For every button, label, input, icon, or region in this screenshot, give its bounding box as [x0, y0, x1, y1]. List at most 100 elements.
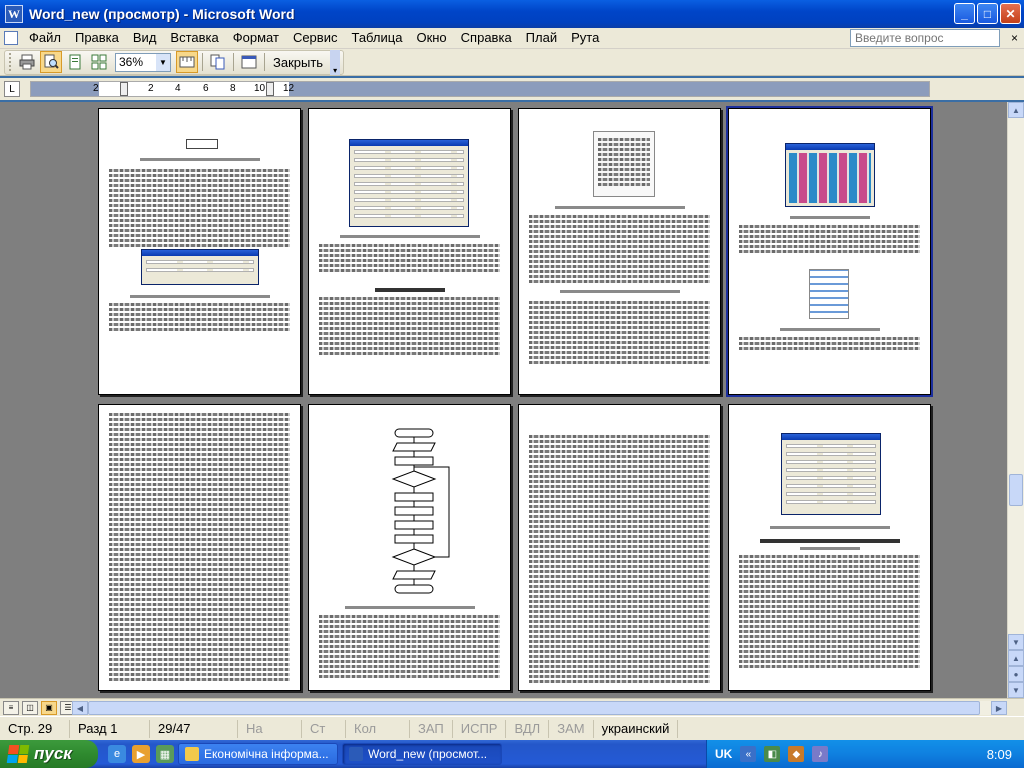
first-line-indent-marker[interactable]: [120, 82, 128, 96]
zoom-value: 36%: [119, 55, 144, 69]
menu-help[interactable]: Справка: [454, 28, 519, 48]
help-question-input[interactable]: [850, 29, 1000, 47]
page-thumbnail[interactable]: [98, 404, 301, 691]
figure-caption: [779, 328, 880, 331]
zoom-select[interactable]: 36% ▼: [115, 52, 171, 72]
shrink-to-fit-icon[interactable]: [207, 51, 229, 73]
multiple-pages-icon[interactable]: [88, 51, 110, 73]
media-player-icon[interactable]: ▶: [132, 745, 150, 763]
previous-page-icon[interactable]: ▲: [1008, 650, 1024, 666]
status-record-macro[interactable]: ЗАП: [410, 719, 453, 738]
figure-caption: [139, 158, 260, 161]
taskbar-item-word[interactable]: Word_new (просмот...: [342, 743, 502, 765]
horizontal-ruler[interactable]: 2 2 4 6 8 10 12: [30, 81, 930, 97]
toolbar-separator: [264, 53, 265, 71]
menu-edit[interactable]: Правка: [68, 28, 126, 48]
menu-tools[interactable]: Сервис: [286, 28, 345, 48]
figure-caption: [339, 235, 480, 238]
menu-insert[interactable]: Вставка: [163, 28, 225, 48]
view-ruler-icon[interactable]: [176, 51, 198, 73]
menu-plai[interactable]: Плай: [519, 28, 564, 48]
menu-ruta[interactable]: Рута: [564, 28, 606, 48]
status-extend-selection[interactable]: ВДЛ: [506, 719, 550, 738]
one-page-icon[interactable]: [64, 51, 86, 73]
figure-caption: [769, 526, 890, 529]
ruler-tick: 2: [93, 83, 99, 94]
security-icon[interactable]: ◆: [788, 746, 805, 762]
scroll-thumb[interactable]: [88, 701, 980, 715]
toolbar-grip[interactable]: [9, 53, 12, 71]
text-block: [319, 613, 500, 680]
close-document-button[interactable]: ×: [1011, 31, 1018, 45]
taskbar-item-folder[interactable]: Економічна інформа...: [178, 743, 338, 765]
print-layout-icon[interactable]: ▣: [41, 700, 57, 715]
close-preview-button[interactable]: Закрыть: [268, 55, 328, 70]
word-app-icon[interactable]: W: [5, 5, 23, 23]
language-indicator[interactable]: UK: [715, 747, 732, 761]
status-page: Стр. 29: [0, 719, 70, 738]
scroll-right-icon[interactable]: ▶: [991, 701, 1007, 715]
page-thumbnail[interactable]: [98, 108, 301, 395]
section-heading: [759, 539, 900, 543]
show-desktop-icon[interactable]: ▦: [156, 745, 174, 763]
system-tray: UK « ◧ ◆ ♪ 8:09: [706, 740, 1024, 768]
network-icon[interactable]: ◧: [764, 746, 781, 762]
vertical-scrollbar[interactable]: ▲ ▼ ▲ ● ▼: [1007, 102, 1024, 698]
status-language[interactable]: украинский: [594, 719, 679, 738]
normal-view-icon[interactable]: ≡: [3, 700, 19, 715]
page-thumbnail[interactable]: [518, 404, 721, 691]
text-block: [319, 242, 500, 274]
menu-view[interactable]: Вид: [126, 28, 164, 48]
text-block: [109, 167, 290, 249]
wordart-toolbar-figure: [809, 269, 849, 319]
menu-table[interactable]: Таблица: [344, 28, 409, 48]
print-icon[interactable]: [16, 51, 38, 73]
right-indent-marker[interactable]: [266, 82, 274, 96]
toolbar-group: 36% ▼ Закрыть ▾: [4, 49, 345, 75]
page-thumbnail[interactable]: [308, 108, 511, 395]
tray-arrow-icon[interactable]: «: [740, 746, 757, 762]
close-button[interactable]: ✕: [1000, 3, 1021, 24]
scroll-up-icon[interactable]: ▲: [1008, 102, 1024, 118]
web-layout-icon[interactable]: ◫: [22, 700, 38, 715]
minimize-button[interactable]: _: [954, 3, 975, 24]
page-thumbnail[interactable]: [518, 108, 721, 395]
horizontal-scrollbar[interactable]: ◀ ▶: [72, 701, 1007, 715]
page-thumbnail[interactable]: [728, 404, 931, 691]
status-track-changes[interactable]: ИСПР: [453, 719, 507, 738]
volume-icon[interactable]: ♪: [812, 746, 829, 762]
internet-explorer-icon[interactable]: e: [108, 745, 126, 763]
menu-file[interactable]: Файл: [22, 28, 68, 48]
ruler-right-margin: [289, 82, 929, 96]
tab-stop-selector[interactable]: L: [4, 81, 20, 97]
document-icon[interactable]: [4, 31, 18, 45]
menu-format[interactable]: Формат: [226, 28, 286, 48]
full-screen-icon[interactable]: [238, 51, 260, 73]
print-preview-area[interactable]: [0, 102, 1007, 698]
scroll-left-icon[interactable]: ◀: [72, 701, 88, 715]
figure-caption: [554, 206, 685, 209]
scroll-down-icon[interactable]: ▼: [1008, 634, 1024, 650]
text-block: [739, 335, 920, 352]
ruler-tick: 8: [230, 83, 236, 94]
scroll-thumb[interactable]: [1009, 474, 1023, 506]
maximize-button[interactable]: □: [977, 3, 998, 24]
toolbar-options-icon[interactable]: ▾: [330, 49, 341, 75]
page-thumbnail[interactable]: [308, 404, 511, 691]
text-block: [319, 295, 500, 357]
magnifier-icon[interactable]: [40, 51, 62, 73]
start-button[interactable]: пуск: [0, 740, 98, 768]
autoshape-menu-figure: [593, 131, 655, 197]
ruler-tick: 10: [254, 83, 266, 94]
chevron-down-icon[interactable]: ▼: [156, 53, 170, 71]
clock[interactable]: 8:09: [987, 747, 1012, 762]
page-thumbnail[interactable]: [726, 106, 933, 397]
ruler-tick: 4: [175, 83, 181, 94]
flowchart-figure: [391, 428, 450, 594]
next-page-icon[interactable]: ▼: [1008, 682, 1024, 698]
select-browse-object-icon[interactable]: ●: [1008, 666, 1024, 682]
status-overtype[interactable]: ЗАМ: [549, 719, 594, 738]
windows-logo-icon: [6, 745, 30, 763]
toolbar-separator: [202, 53, 203, 71]
menu-window[interactable]: Окно: [409, 28, 453, 48]
